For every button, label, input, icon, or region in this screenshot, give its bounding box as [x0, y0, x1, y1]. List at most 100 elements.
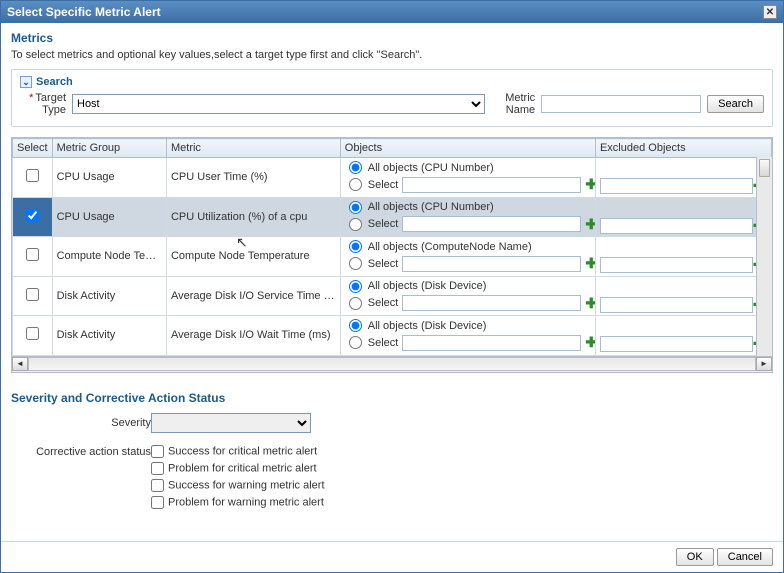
col-group: Metric Group — [52, 139, 166, 158]
required-mark: * — [29, 92, 33, 104]
cell-group: Disk Activity — [52, 276, 166, 316]
dialog-titlebar: Select Specific Metric Alert ✕ — [1, 1, 783, 23]
all-objects-radio[interactable] — [349, 319, 362, 332]
select-objects-label: Select — [368, 337, 399, 349]
target-type-select[interactable]: Host — [72, 94, 485, 114]
close-icon[interactable]: ✕ — [763, 5, 777, 19]
select-objects-label: Select — [368, 218, 399, 230]
table-row[interactable]: Compute Node TemperatureCompute Node Tem… — [13, 237, 772, 277]
excluded-objects-input[interactable] — [600, 178, 753, 194]
all-objects-label: All objects (CPU Number) — [368, 201, 494, 213]
cell-excluded: ✚ — [595, 237, 771, 277]
row-select-checkbox[interactable] — [26, 327, 39, 340]
search-button[interactable]: Search — [707, 95, 764, 113]
corrective-action-options: Success for critical metric alert Problem… — [151, 445, 325, 513]
add-icon[interactable]: ✚ — [585, 255, 595, 272]
row-select-checkbox[interactable] — [26, 209, 39, 222]
select-objects-label: Select — [368, 258, 399, 270]
add-icon[interactable]: ✚ — [585, 176, 595, 193]
cell-metric: CPU User Time (%) — [166, 158, 340, 198]
all-objects-label: All objects (Disk Device) — [368, 320, 487, 332]
cell-group: Disk Activity — [52, 316, 166, 356]
severity-section: Severity and Corrective Action Status Se… — [11, 391, 773, 517]
all-objects-radio[interactable] — [349, 240, 362, 253]
scroll-right-icon[interactable]: ► — [756, 357, 772, 371]
corrective-action-row: Corrective action status Success for cri… — [11, 445, 773, 513]
all-objects-radio[interactable] — [349, 201, 362, 214]
scrollbar-thumb[interactable] — [759, 159, 770, 177]
metrics-heading: Metrics — [11, 31, 773, 45]
grid-header-row: Select Metric Group Metric Objects Exclu… — [13, 139, 772, 158]
cell-objects: All objects (CPU Number)Select✚ — [340, 158, 595, 198]
table-row[interactable]: CPU UsageCPU Utilization (%) of a cpuAll… — [13, 197, 772, 237]
row-select-checkbox[interactable] — [26, 169, 39, 182]
corrective-action-label: Corrective action status — [11, 445, 151, 513]
metric-name-input[interactable] — [541, 95, 701, 113]
select-objects-input[interactable] — [402, 177, 581, 193]
cancel-button[interactable]: Cancel — [717, 548, 773, 566]
table-row[interactable]: CPU UsageCPU User Time (%)All objects (C… — [13, 158, 772, 198]
cell-metric: Compute Node Temperature — [166, 237, 340, 277]
severity-select[interactable] — [151, 413, 311, 433]
all-objects-label: All objects (CPU Number) — [368, 162, 494, 174]
select-objects-radio[interactable] — [349, 336, 362, 349]
corrective-action-checkbox[interactable] — [151, 445, 164, 458]
select-objects-input[interactable] — [402, 295, 581, 311]
select-objects-label: Select — [368, 297, 399, 309]
metrics-desc: To select metrics and optional key value… — [11, 49, 773, 61]
cell-group: Compute Node Temperature — [52, 237, 166, 277]
table-row[interactable]: Disk ActivityAverage Disk I/O Service Ti… — [13, 276, 772, 316]
add-icon[interactable]: ✚ — [585, 334, 595, 351]
all-objects-label: All objects (Disk Device) — [368, 280, 487, 292]
all-objects-radio[interactable] — [349, 280, 362, 293]
corrective-action-option[interactable]: Success for critical metric alert — [151, 445, 325, 458]
cell-objects: All objects (ComputeNode Name)Select✚ — [340, 237, 595, 277]
add-icon[interactable]: ✚ — [585, 295, 595, 312]
corrective-action-option[interactable]: Problem for warning metric alert — [151, 496, 325, 509]
corrective-action-option[interactable]: Problem for critical metric alert — [151, 462, 325, 475]
cell-metric: Average Disk I/O Service Time (ms) — [166, 276, 340, 316]
table-row[interactable]: Disk ActivityAverage Disk I/O Wait Time … — [13, 316, 772, 356]
cell-group: CPU Usage — [52, 197, 166, 237]
ok-button[interactable]: OK — [676, 548, 714, 566]
corrective-action-checkbox[interactable] — [151, 462, 164, 475]
severity-heading: Severity and Corrective Action Status — [11, 391, 773, 405]
excluded-objects-input[interactable] — [600, 218, 753, 234]
scrollbar-track[interactable] — [28, 357, 756, 371]
search-panel: ⌄ Search *Target Type Host Metric Name S… — [11, 69, 773, 127]
excluded-objects-input[interactable] — [600, 257, 753, 273]
metric-name-label: Metric Name — [491, 92, 535, 116]
corrective-action-checkbox[interactable] — [151, 496, 164, 509]
row-select-checkbox[interactable] — [26, 248, 39, 261]
target-type-label: *Target Type — [20, 92, 66, 116]
select-objects-radio[interactable] — [349, 218, 362, 231]
search-heading: Search — [36, 76, 73, 88]
metrics-grid: Select Metric Group Metric Objects Exclu… — [11, 137, 773, 373]
select-objects-radio[interactable] — [349, 178, 362, 191]
select-objects-input[interactable] — [402, 335, 581, 351]
horizontal-scrollbar[interactable]: ◄ ► — [12, 356, 772, 372]
cell-excluded: ✚ — [595, 197, 771, 237]
col-excluded: Excluded Objects — [595, 139, 771, 158]
select-objects-radio[interactable] — [349, 297, 362, 310]
select-objects-input[interactable] — [402, 256, 581, 272]
cell-group: CPU Usage — [52, 158, 166, 198]
corrective-action-checkbox[interactable] — [151, 479, 164, 492]
add-icon[interactable]: ✚ — [585, 216, 595, 233]
col-metric: Metric — [166, 139, 340, 158]
cell-metric: Average Disk I/O Wait Time (ms) — [166, 316, 340, 356]
all-objects-radio[interactable] — [349, 161, 362, 174]
row-select-checkbox[interactable] — [26, 288, 39, 301]
vertical-scrollbar[interactable] — [756, 157, 772, 356]
corrective-action-option[interactable]: Success for warning metric alert — [151, 479, 325, 492]
excluded-objects-input[interactable] — [600, 297, 753, 313]
search-disclosure[interactable]: ⌄ Search — [20, 76, 764, 88]
dialog-title: Select Specific Metric Alert — [7, 5, 161, 19]
scroll-left-icon[interactable]: ◄ — [12, 357, 28, 371]
excluded-objects-input[interactable] — [600, 336, 753, 352]
severity-row: Severity — [11, 413, 773, 433]
chevron-down-icon: ⌄ — [20, 76, 32, 88]
dialog-footer: OK Cancel — [1, 541, 783, 572]
select-objects-input[interactable] — [402, 216, 581, 232]
select-objects-radio[interactable] — [349, 257, 362, 270]
